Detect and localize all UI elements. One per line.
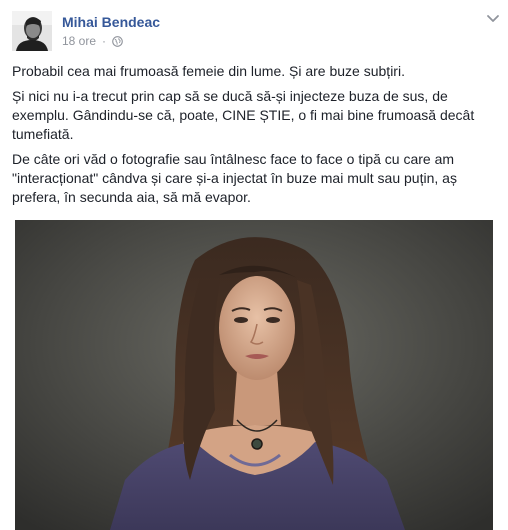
globe-icon[interactable] (112, 36, 123, 47)
post-paragraph: De câte ori văd o fotografie sau întâlne… (12, 151, 457, 205)
meta-separator: · (102, 34, 107, 48)
post-text: Probabil cea mai frumoasă femeie din lum… (12, 62, 496, 213)
portrait-image (15, 220, 493, 530)
post-paragraph: Probabil cea mai frumoasă femeie din lum… (12, 63, 405, 79)
post-paragraph: Și nici nu i-a trecut prin cap să se duc… (12, 88, 475, 142)
post-meta: 18 ore · (62, 34, 123, 49)
facebook-post: Mihai Bendeac 18 ore · Probabil cea mai … (0, 0, 508, 530)
avatar[interactable] (12, 11, 52, 51)
post-timestamp[interactable]: 18 ore (62, 34, 96, 49)
chevron-down-icon[interactable] (486, 14, 500, 24)
author-name[interactable]: Mihai Bendeac (62, 13, 160, 31)
avatar-image (12, 11, 52, 51)
post-photo[interactable] (15, 220, 493, 530)
